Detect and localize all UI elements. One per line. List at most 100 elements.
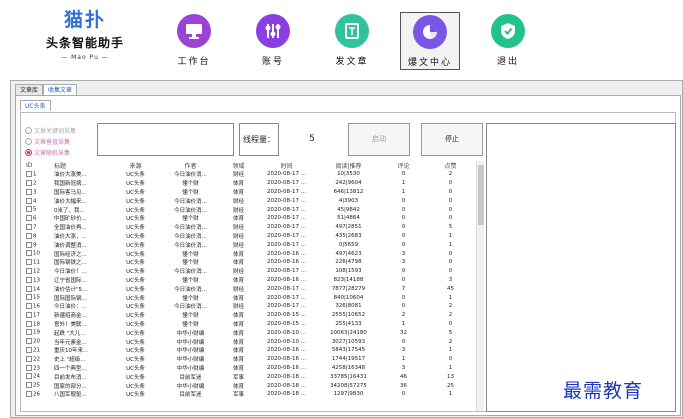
table-row[interactable]: 23 四一个典型... UC头条 中华小财编 体育 2020-08-16 ... 4258|… [25, 364, 473, 373]
nav-publish[interactable]: 发文章 [322, 12, 382, 70]
row-checkbox[interactable] [26, 250, 32, 257]
table-cell: 3 [401, 259, 406, 266]
row-checkbox[interactable] [26, 311, 32, 318]
table-cell: 财经 [232, 172, 244, 179]
table-row[interactable]: 11 国际钢铁之... UC头条 懂个财 体育 2020-08-16 ... 226|479… [25, 258, 473, 267]
table-cell: 2020-08-17 ... [267, 241, 306, 248]
table-cell: 13 [447, 373, 454, 380]
row-checkbox[interactable] [26, 259, 32, 266]
table-row[interactable]: 15 国际国际钢... UC头条 懂个财 体育 2020-08-17 ... 840|106… [25, 293, 473, 302]
table-cell: 3 [448, 276, 453, 283]
table-cell: 0 [401, 268, 406, 275]
table-row[interactable]: 3 国际客马见... UC头条 懂个财 体育 2020-08-17 ... 646|1381… [25, 188, 473, 197]
table-row[interactable]: 2 我国新冠病... UC头条 懂个财 体育 2020-08-17 ... 242|9604… [25, 179, 473, 188]
row-checkbox[interactable] [26, 197, 32, 204]
table-cell: 0 [401, 171, 406, 178]
table-cell: 435|2683 [335, 232, 362, 239]
radio-vertical-collect[interactable]: 文章垂直采集 [25, 136, 95, 147]
table-row[interactable]: 24 目前发布消... UC头条 目前军迷 军事 2020-08-18 ... 33785|… [25, 372, 473, 381]
row-checkbox[interactable] [26, 179, 32, 186]
table-row[interactable]: 19 起跌 "大儿... UC头条 中华小财编 体育 2020-08-10 ... 1006… [25, 328, 473, 337]
table-row[interactable]: 16 今日油价：... UC头条 今日油价消... 财经 2020-08-17 ... 32… [25, 302, 473, 311]
row-checkbox[interactable] [26, 364, 32, 371]
logo-name: 头条智能助手 [45, 36, 124, 50]
table-cell: 32 [400, 329, 407, 336]
table-scrollbar[interactable] [476, 161, 484, 411]
radio-random-collect[interactable]: 文章随机采集 [25, 147, 95, 158]
tab-uc-toutiao[interactable]: UC头条 [20, 100, 51, 111]
row-id-cell: 21 [25, 346, 53, 355]
table-row[interactable]: 17 新疆招商金... UC头条 懂个财 体育 2020-08-15 ... 2555|10… [25, 311, 473, 320]
nav-exit[interactable]: 退出 [478, 12, 538, 70]
table-cell: 1 [401, 320, 406, 327]
row-checkbox[interactable] [26, 171, 32, 178]
table-row[interactable]: 21 重庆10年来... UC头条 中华小财编 体育 2020-08-16 ... 5843… [25, 346, 473, 355]
row-checkbox[interactable] [26, 303, 32, 310]
table-cell: 2020-08-16 ... [267, 356, 306, 363]
table-cell: UC头条 [126, 374, 145, 381]
table-cell: 我国新冠病... [54, 181, 87, 188]
scrollbar-thumb[interactable] [478, 165, 484, 225]
row-checkbox[interactable] [26, 267, 32, 274]
row-checkbox[interactable] [26, 241, 32, 248]
nav-account[interactable]: 账号 [243, 12, 303, 70]
row-checkbox[interactable] [26, 215, 32, 222]
table-row[interactable]: 7 全国油价再... UC头条 今日油价消... 财经 2020-08-17 ... 497… [25, 223, 473, 232]
table-row[interactable]: 9 油价调整消... UC头条 今日油价消... 财经 2020-08-17 ... 0|5… [25, 240, 473, 249]
start-button[interactable]: 启动 [348, 123, 410, 156]
row-checkbox[interactable] [26, 329, 32, 336]
row-checkbox[interactable] [26, 320, 32, 327]
row-checkbox[interactable] [26, 382, 32, 389]
tab-collect-articles[interactable]: 收集文章 [43, 84, 78, 95]
row-checkbox[interactable] [26, 276, 32, 283]
radio-label: 文章随机采集 [34, 150, 71, 157]
row-id: 24 [33, 373, 40, 380]
row-checkbox[interactable] [26, 347, 32, 354]
radio-keyword-collect[interactable]: 文章关键词采集 [25, 125, 95, 136]
pie-icon [413, 15, 447, 49]
table-row[interactable]: 5 0米了，我... UC头条 今日油价消... 财经 2020-08-17 ... 45|… [25, 205, 473, 214]
row-checkbox[interactable] [26, 188, 32, 195]
row-id-cell: 20 [25, 337, 53, 346]
table-row[interactable]: 1 油价大涨美... UC头条 今日油价消... 财经 2020-08-17 ... 10|… [25, 170, 473, 179]
table-row[interactable]: 8 油价大涨，... UC头条 今日油价消... 财经 2020-08-17 ... 435… [25, 232, 473, 241]
table-row[interactable]: 6 中国矿砂价... UC头条 懂个财 体育 2020-08-17 ... 51|4864 0… [25, 214, 473, 223]
table-row[interactable]: 18 意外！美联... UC头条 懂个财 体育 2020-08-15 ... 255|413… [25, 320, 473, 329]
table-row[interactable]: 22 史上 "超级... UC头条 中华小财编 体育 2020-08-16 ... 1744… [25, 355, 473, 364]
tab-article-library[interactable]: 文章库 [15, 84, 44, 95]
stop-button[interactable]: 停止 [421, 123, 483, 156]
keyword-textarea[interactable] [97, 123, 234, 156]
table-cell: 2020-08-16 ... [267, 259, 306, 266]
table-row[interactable]: 26 八国军舰驱... UC头条 目前军迷 军事 2020-08-18 ... 1297|9… [25, 390, 473, 399]
table-cell: 今日油价消... [174, 225, 207, 232]
row-id-cell: 15 [25, 293, 53, 302]
table-cell: 0 [401, 215, 406, 222]
nav-hot-articles-label: 爆文中心 [407, 58, 452, 68]
row-checkbox[interactable] [26, 223, 32, 230]
row-checkbox[interactable] [26, 391, 32, 398]
log-output [486, 123, 676, 412]
table-row[interactable]: 12 今日油价！... UC头条 今日油价消... 财经 2020-08-17 ... 10… [25, 267, 473, 276]
table-cell: 史上 "超级... [54, 357, 86, 364]
radio-label: 文章关键词采集 [34, 128, 77, 135]
table-row[interactable]: 4 油价大幅来... UC头条 今日油价消... 财经 2020-08-17 ... 4|3… [25, 196, 473, 205]
row-checkbox[interactable] [26, 285, 32, 292]
nav-hot-articles[interactable]: 爆文中心 [400, 12, 460, 70]
row-id-cell: 14 [25, 284, 53, 293]
row-checkbox[interactable] [26, 206, 32, 213]
nav-workbench[interactable]: 工作台 [164, 12, 224, 70]
row-id: 15 [33, 294, 40, 301]
table-cell: 全国油价再... [54, 225, 87, 232]
table-row[interactable]: 14 油价估计"5... UC头条 今日油价消... 财经 2020-08-17 ... 7… [25, 284, 473, 293]
row-checkbox[interactable] [26, 294, 32, 301]
table-row[interactable]: 10 国际经济之... UC头条 懂个财 体育 2020-08-16 ... 497|462… [25, 249, 473, 258]
row-checkbox[interactable] [26, 232, 32, 239]
table-row[interactable]: 20 当年元素金... UC头条 中华小财编 体育 2020-08-10 ... 3027|… [25, 337, 473, 346]
table-row[interactable]: 25 国家的部分... UC头条 中华小财编 体育 2020-08-18 ... 34208… [25, 381, 473, 390]
row-checkbox[interactable] [26, 355, 32, 362]
thread-count-input[interactable]: 5 [287, 123, 337, 156]
table-cell: 2 [448, 171, 453, 178]
row-checkbox[interactable] [26, 373, 32, 380]
table-row[interactable]: 13 辽宁省国际... UC头条 懂个财 体育 2020-08-16 ... 823|141… [25, 276, 473, 285]
row-checkbox[interactable] [26, 338, 32, 345]
